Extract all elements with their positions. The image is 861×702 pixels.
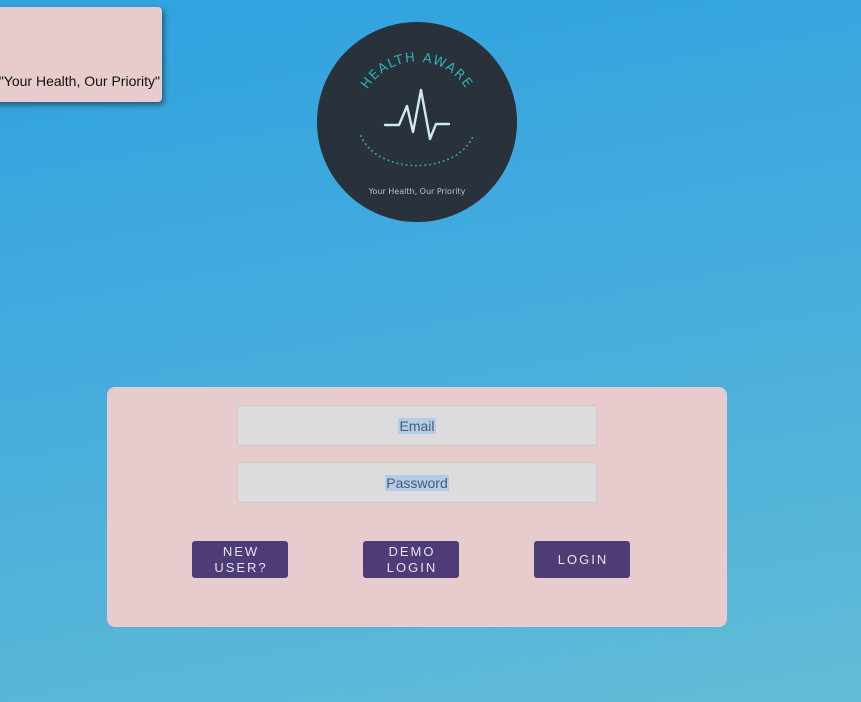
notification-toast: s. "Your Health, Our Priority" [0, 7, 162, 102]
email-input[interactable]: Email [237, 405, 597, 446]
dotted-arc [360, 135, 474, 167]
login-card: Email Password NEW USER? DEMO LOGIN LOGI… [107, 387, 727, 627]
logo-brand-text: HEALTH AWARE [358, 50, 475, 91]
email-placeholder: Email [398, 417, 436, 434]
new-user-button-label: NEW USER? [214, 543, 268, 575]
health-aware-logo: HEALTH AWARE Your Health, Our Priority [317, 22, 517, 222]
login-button[interactable]: LOGIN [534, 541, 630, 578]
heartbeat-line-icon [383, 88, 451, 141]
password-input[interactable]: Password [237, 462, 597, 503]
toast-message: s. "Your Health, Our Priority" [0, 73, 160, 89]
login-button-label: LOGIN [557, 551, 609, 567]
demo-login-button[interactable]: DEMO LOGIN [363, 541, 459, 578]
logo-tagline: Your Health, Our Priority [368, 187, 466, 196]
demo-login-button-label: DEMO LOGIN [386, 543, 438, 575]
new-user-button[interactable]: NEW USER? [192, 541, 288, 578]
password-placeholder: Password [385, 474, 449, 491]
